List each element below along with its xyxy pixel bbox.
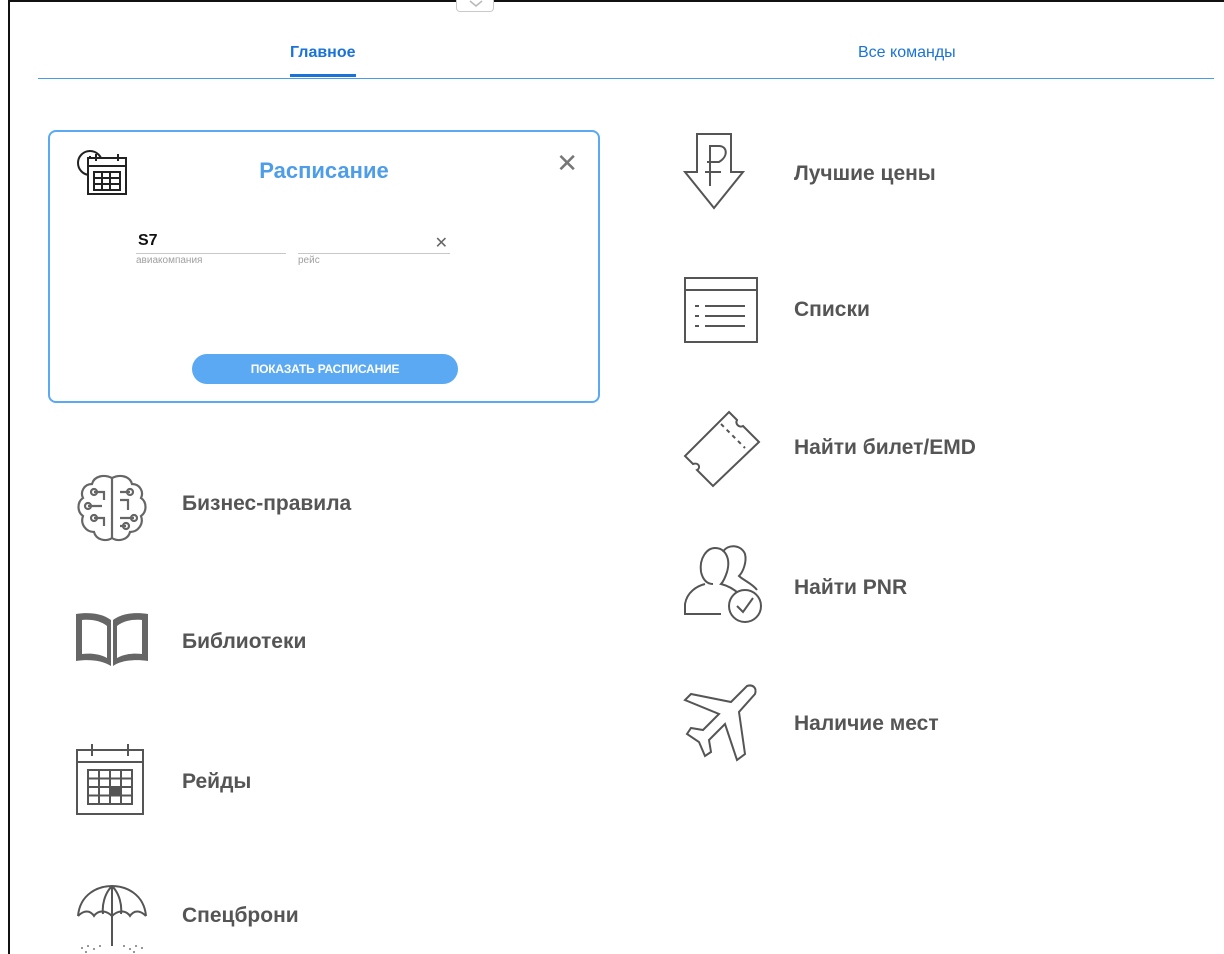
ruble-arrow-icon [683, 133, 745, 210]
command-special-bookings[interactable]: Спецброни [74, 880, 474, 954]
command-label: Наличие мест [794, 712, 939, 735]
ticket-icon [683, 410, 761, 488]
command-find-pnr[interactable]: Найти PNR [683, 542, 1083, 626]
command-label: Рейды [182, 770, 252, 793]
command-libraries[interactable]: Библиотеки [74, 610, 474, 670]
command-label: Найти билет/EMD [794, 436, 976, 459]
collapse-handle[interactable] [456, 0, 494, 12]
book-icon [76, 613, 148, 666]
schedule-title: Расписание [259, 158, 389, 183]
command-seat-availability[interactable]: Наличие мест [683, 682, 1083, 762]
flight-label: рейс [298, 255, 320, 266]
command-label: Найти PNR [794, 576, 908, 599]
command-lists[interactable]: Списки [683, 276, 1083, 344]
command-label: Бизнес-правила [182, 492, 352, 515]
command-find-ticket[interactable]: Найти билет/EMD [683, 408, 1083, 488]
command-label: Лучшие цены [794, 162, 936, 185]
command-label: Спецброни [182, 904, 299, 927]
calendar-icon [76, 744, 144, 815]
flight-field[interactable]: ✕ рейс [298, 232, 450, 266]
list-document-icon [684, 277, 758, 343]
airplane-icon [683, 684, 757, 762]
tab-main[interactable]: Главное [290, 44, 356, 77]
flight-input[interactable] [298, 232, 450, 254]
command-raids[interactable]: Рейды [74, 742, 474, 818]
close-icon[interactable]: ✕ [556, 150, 578, 176]
command-best-prices[interactable]: Лучшие цены [683, 132, 1083, 212]
airline-label: авиакомпания [136, 255, 203, 266]
tab-bar: Главное Все команды [38, 40, 1214, 79]
airline-field[interactable]: S7 авиакомпания [136, 232, 286, 266]
command-label: Библиотеки [182, 630, 307, 653]
schedule-card: Расписание ✕ S7 авиакомпания ✕ рейс ПОКА… [48, 130, 600, 403]
tab-all-commands[interactable]: Все команды [858, 44, 956, 62]
brain-icon [77, 474, 147, 542]
command-business-rules[interactable]: Бизнес-правила [74, 470, 474, 550]
chevron-down-icon [469, 0, 483, 7]
show-schedule-button[interactable]: ПОКАЗАТЬ РАСПИСАНИЕ [192, 354, 458, 384]
airline-input[interactable]: S7 [136, 232, 286, 254]
command-label: Списки [794, 298, 870, 321]
beach-umbrella-icon [77, 884, 147, 953]
passengers-check-icon [684, 545, 762, 623]
clear-icon[interactable]: ✕ [435, 233, 448, 253]
